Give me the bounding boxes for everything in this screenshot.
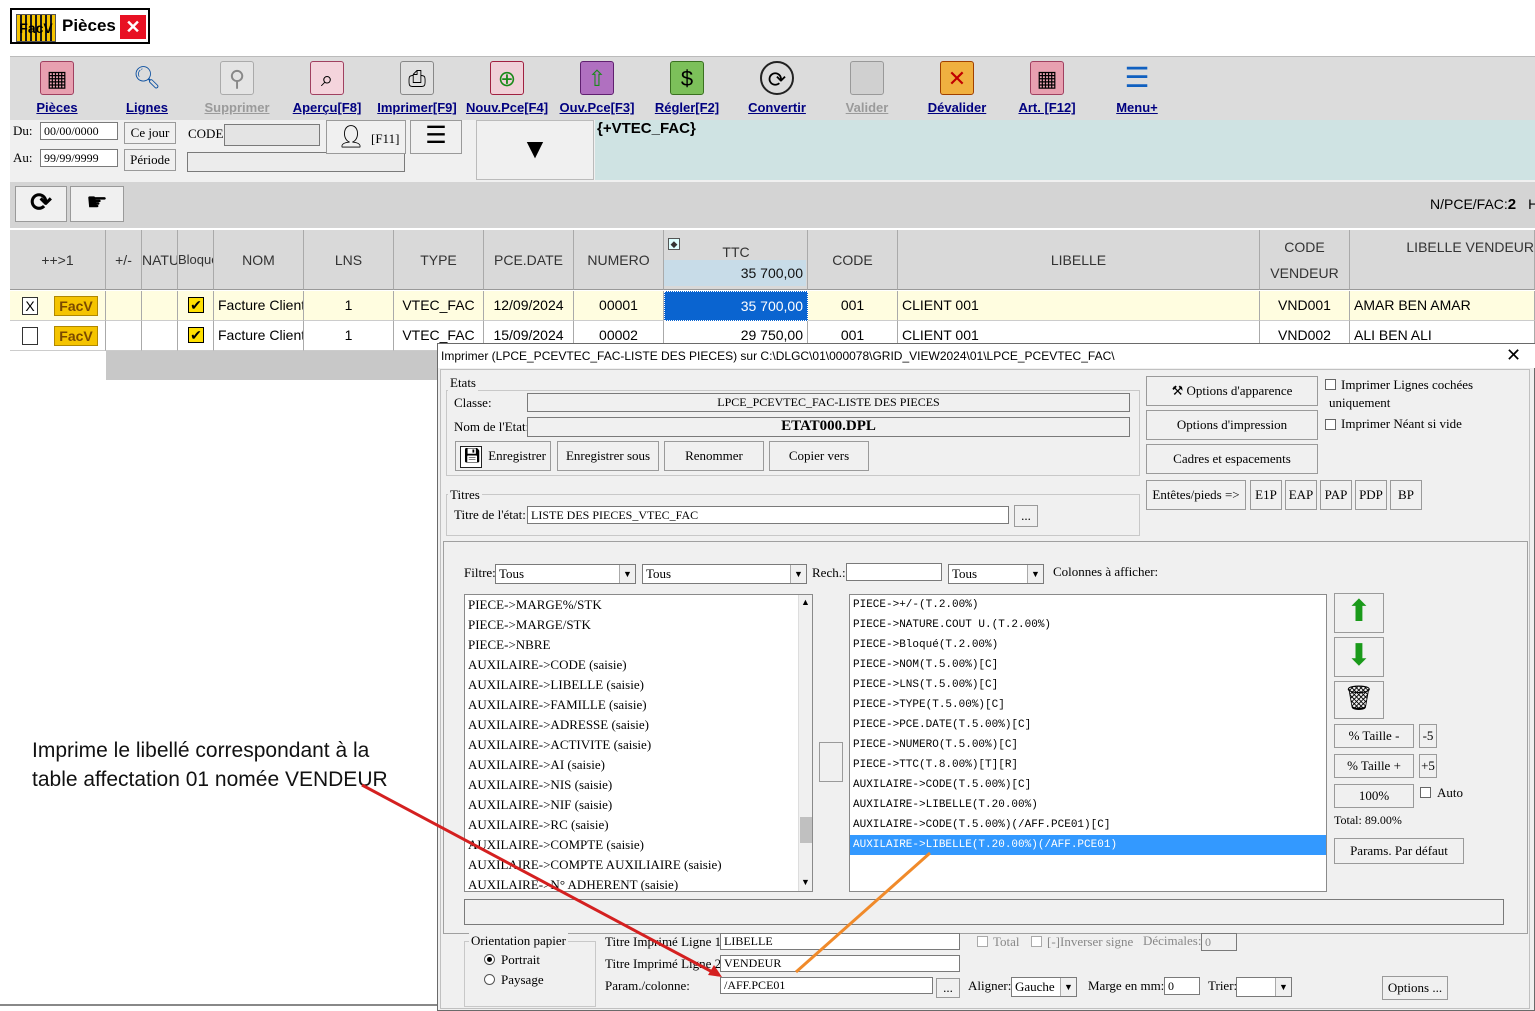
orange-annotation-arrow [795,851,931,974]
red-annotation-arrow [361,783,719,977]
annotation-arrows [361,783,931,977]
